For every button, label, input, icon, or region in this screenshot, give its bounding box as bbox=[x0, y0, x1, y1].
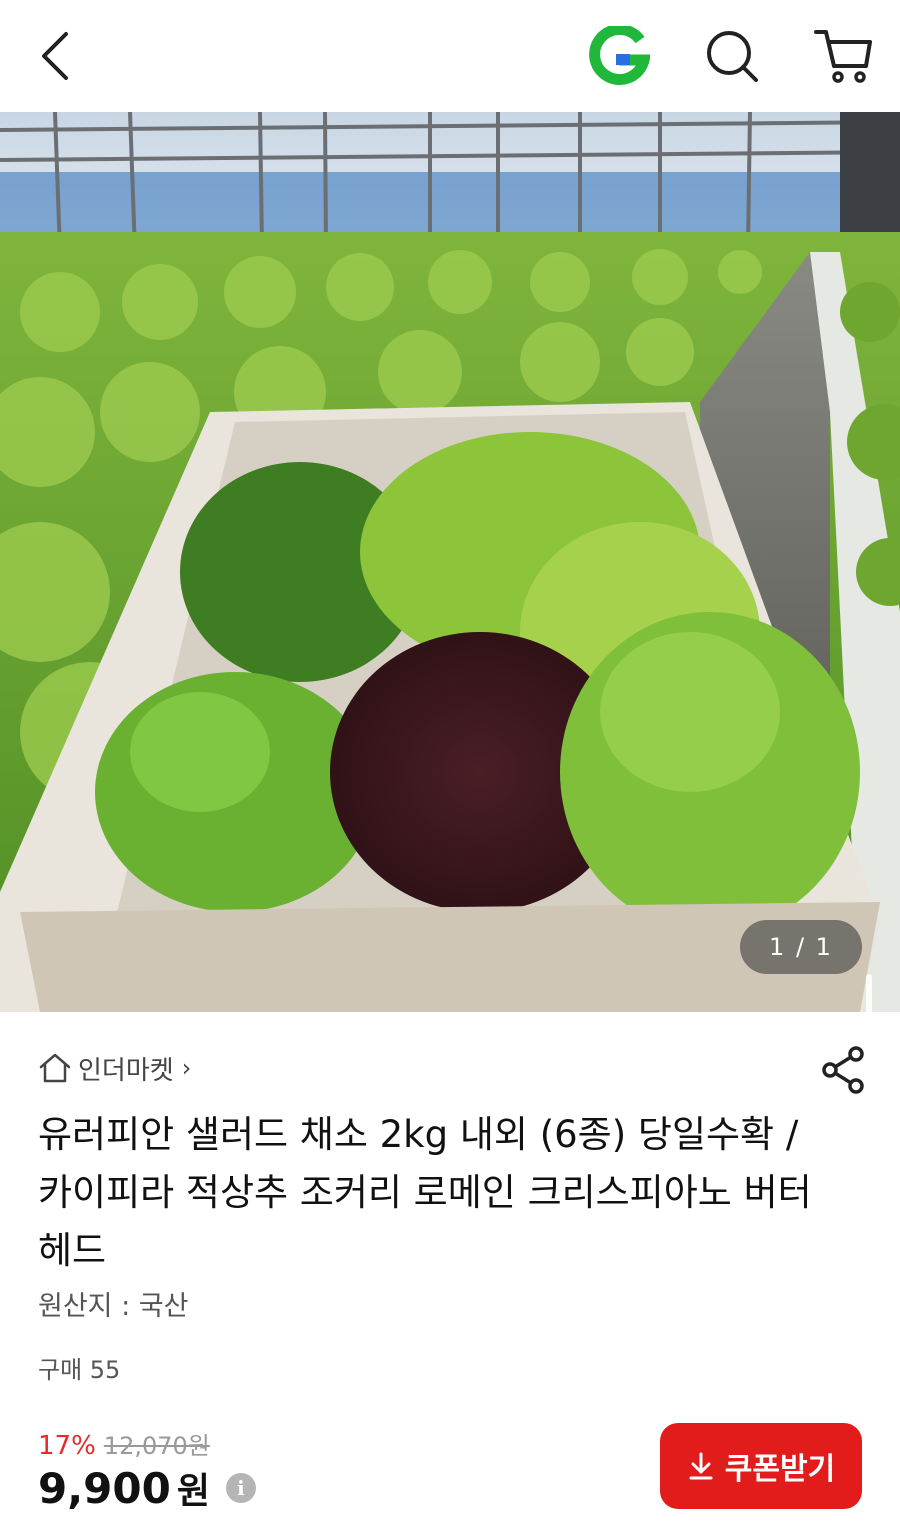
chevron-left-icon bbox=[42, 32, 68, 80]
original-price: 12,070원 bbox=[103, 1432, 210, 1460]
share-button[interactable] bbox=[818, 1044, 870, 1096]
price-unit: 원 bbox=[176, 1471, 210, 1512]
price-info-icon[interactable]: i bbox=[225, 1473, 256, 1503]
purchase-count: 구매 55 bbox=[38, 1356, 121, 1384]
sale-price: 9,900 bbox=[38, 1463, 171, 1513]
chevron-right-icon: › bbox=[181, 1054, 192, 1082]
back-button[interactable] bbox=[28, 28, 84, 84]
g-logo-icon bbox=[589, 23, 651, 85]
coupon-label: 쿠폰받기 bbox=[724, 1452, 836, 1487]
share-icon bbox=[822, 1046, 864, 1094]
cart-button[interactable] bbox=[812, 26, 876, 86]
discount-row: 17% 12,070원 bbox=[38, 1426, 210, 1461]
store-name: 인더마켓 bbox=[78, 1055, 174, 1086]
search-icon bbox=[707, 31, 758, 82]
price-row: 9,900 원 i bbox=[38, 1462, 256, 1514]
store-link[interactable]: 인더마켓 › bbox=[38, 1046, 191, 1090]
cart-icon bbox=[814, 30, 872, 83]
gmarket-logo[interactable] bbox=[588, 23, 651, 88]
origin-info: 원산지 : 국산 bbox=[38, 1291, 189, 1322]
product-title: 유러피안 샐러드 채소 2kg 내외 (6종) 당일수확 / 카이피라 적상추 … bbox=[38, 1113, 812, 1272]
product-image[interactable] bbox=[0, 112, 900, 1012]
download-arrow-icon bbox=[689, 1452, 713, 1480]
image-counter: 1 / 1 bbox=[740, 920, 862, 974]
coupon-button[interactable]: 쿠폰받기 bbox=[660, 1423, 862, 1509]
discount-rate: 17% bbox=[38, 1431, 96, 1461]
product-photo-illustration bbox=[0, 112, 900, 1012]
home-icon bbox=[39, 1053, 71, 1083]
top-bar bbox=[0, 0, 900, 112]
search-button[interactable] bbox=[702, 26, 762, 86]
image-scroll-indicator bbox=[866, 974, 872, 1012]
